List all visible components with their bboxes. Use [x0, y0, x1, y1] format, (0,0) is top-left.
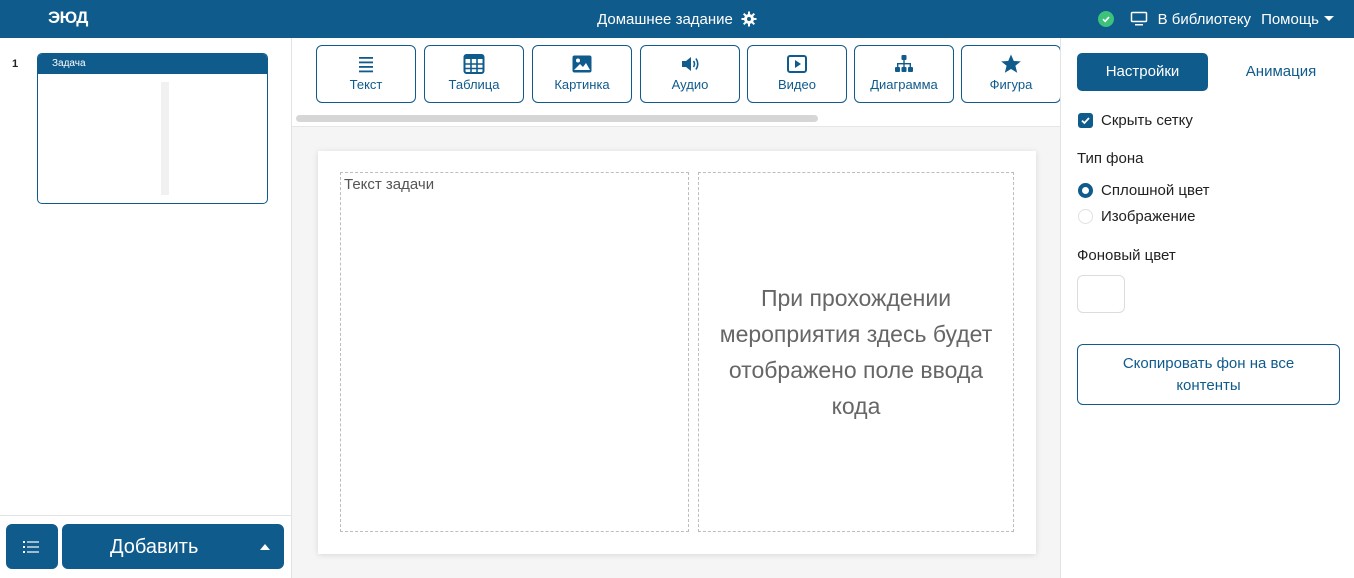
tool-video-button[interactable]: Видео: [747, 45, 847, 103]
tab-settings[interactable]: Настройки: [1077, 53, 1208, 91]
toolbar-scrollbar[interactable]: [296, 115, 818, 122]
monitor-icon[interactable]: [1130, 11, 1148, 27]
status-ok-icon: [1097, 11, 1114, 27]
code-input-block[interactable]: При прохождении мероприятия здесь будет …: [698, 172, 1014, 532]
radio-unselected-icon: [1078, 209, 1093, 224]
tool-text-button[interactable]: Текст: [316, 45, 416, 103]
chevron-up-icon: [260, 544, 270, 550]
bg-color-swatch[interactable]: [1077, 275, 1125, 313]
tool-label: Таблица: [448, 77, 500, 92]
bg-option-solid[interactable]: Сплошной цвет: [1078, 182, 1210, 199]
hide-grid-checkbox[interactable]: Скрыть сетку: [1078, 112, 1193, 129]
tool-label: Картинка: [554, 77, 610, 92]
document-title[interactable]: Домашнее задание: [597, 11, 733, 28]
header-right-menu: В библиотеку Помощь: [1097, 0, 1334, 38]
tool-diagram-button[interactable]: Диаграмма: [854, 45, 954, 103]
sidebar-footer: Добавить: [0, 515, 292, 578]
hierarchy-icon: [895, 55, 913, 72]
bg-option-label: Сплошной цвет: [1101, 182, 1210, 199]
task-text-placeholder: Текст задачи: [344, 176, 435, 193]
bg-color-label: Фоновый цвет: [1077, 247, 1176, 264]
tool-image-button[interactable]: Картинка: [532, 45, 632, 103]
hide-grid-label: Скрыть сетку: [1101, 112, 1193, 129]
tab-animation[interactable]: Анимация: [1221, 53, 1341, 91]
slide-number: 1: [12, 58, 19, 70]
tool-shape-button[interactable]: Фигура: [961, 45, 1061, 103]
settings-panel: Настройки Анимация Скрыть сетку Тип фона…: [1060, 38, 1354, 578]
tool-label: Видео: [778, 77, 816, 92]
list-icon: [23, 540, 39, 553]
star-icon: [1001, 54, 1021, 73]
slides-sidebar: 1 Задача Добавить: [0, 38, 292, 578]
chevron-down-icon: [1324, 15, 1334, 21]
add-button-label: Добавить: [110, 536, 199, 558]
slide-list-button[interactable]: [6, 524, 58, 569]
bg-type-label: Тип фона: [1077, 150, 1144, 167]
bg-option-label: Изображение: [1101, 208, 1196, 225]
tool-table-button[interactable]: Таблица: [424, 45, 524, 103]
copy-bg-button[interactable]: Скопировать фон на все контенты: [1077, 344, 1340, 405]
lines-icon: [359, 57, 373, 73]
radio-selected-icon: [1078, 183, 1093, 198]
top-bar: ЭЮД Домашнее задание В библиотеку Помощь: [0, 0, 1354, 38]
slide-thumbnail[interactable]: Задача: [37, 53, 268, 204]
slide-preview-divider: [161, 82, 169, 195]
help-menu[interactable]: Помощь: [1261, 11, 1334, 28]
code-field-message: При прохождении мероприятия здесь будет …: [719, 285, 993, 419]
task-text-block[interactable]: Текст задачи: [340, 172, 689, 532]
element-toolbar: Текст Таблица Картинка Аудио Видео Диагр…: [292, 38, 1061, 127]
play-icon: [787, 55, 807, 73]
bg-option-image[interactable]: Изображение: [1078, 208, 1196, 225]
help-menu-label: Помощь: [1261, 10, 1319, 28]
table-icon: [463, 54, 485, 74]
checkbox-checked-icon: [1078, 113, 1093, 128]
slide-canvas: Текст задачи При прохождении мероприятия…: [318, 151, 1036, 554]
speaker-icon: [682, 57, 699, 71]
tool-label: Фигура: [989, 77, 1033, 92]
tool-label: Текст: [349, 77, 383, 92]
tool-audio-button[interactable]: Аудио: [640, 45, 740, 103]
app-logo[interactable]: ЭЮД: [48, 8, 88, 28]
gear-icon[interactable]: [741, 11, 757, 27]
library-link[interactable]: В библиотеку: [1158, 11, 1251, 28]
editor-area: Текст Таблица Картинка Аудио Видео Диагр…: [292, 38, 1061, 578]
tool-label: Аудио: [671, 77, 709, 92]
tool-label: Диаграмма: [870, 77, 938, 92]
image-icon: [572, 55, 592, 73]
add-button[interactable]: Добавить: [62, 524, 284, 569]
slide-title: Задача: [38, 54, 267, 74]
